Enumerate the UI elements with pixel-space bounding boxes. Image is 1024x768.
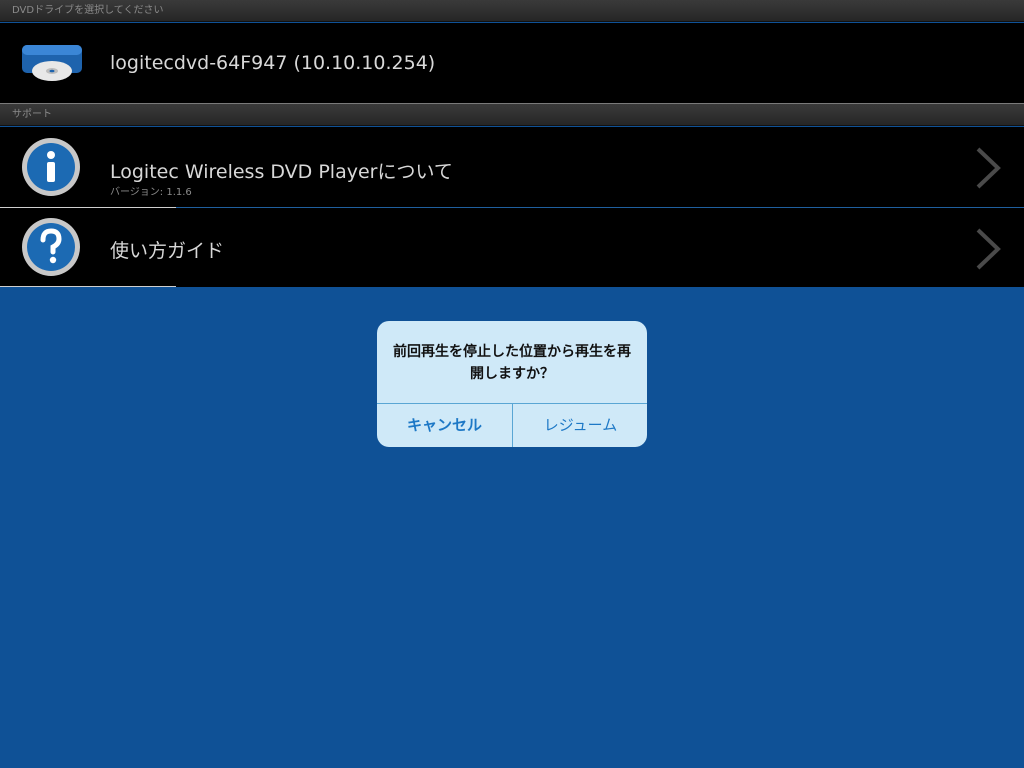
help-icon [20, 216, 82, 282]
about-title: Logitec Wireless DVD Playerについて [110, 161, 453, 183]
drive-section-header: DVDドライブを選択してください [0, 0, 1024, 22]
cancel-button[interactable]: キャンセル [377, 404, 512, 447]
drive-row[interactable]: logitecdvd-64F947 (10.10.10.254) [0, 23, 1024, 103]
chevron-right-icon [970, 226, 1004, 276]
info-icon [20, 136, 82, 202]
version-label: バージョン: 1.1.6 [110, 187, 192, 198]
drive-name: logitecdvd-64F947 (10.10.10.254) [110, 52, 436, 74]
app-root: DVDドライブを選択してください logitecdvd-64F947 (10.1… [0, 0, 1024, 768]
alert-message: 前回再生を停止した位置から再生を再開しますか？ [393, 344, 631, 382]
support-section-header: サポート [0, 104, 1024, 126]
dvd-drive-icon [20, 41, 84, 87]
chevron-right-icon [970, 145, 1004, 195]
about-row[interactable]: Logitec Wireless DVD Playerについて バージョン: 1… [0, 127, 1024, 207]
resume-alert-dialog: 前回再生を停止した位置から再生を再開しますか？ キャンセル レジューム [377, 321, 647, 447]
resume-button[interactable]: レジューム [513, 404, 647, 447]
guide-title: 使い方ガイド [110, 240, 225, 262]
guide-row[interactable]: 使い方ガイド [0, 208, 1024, 287]
